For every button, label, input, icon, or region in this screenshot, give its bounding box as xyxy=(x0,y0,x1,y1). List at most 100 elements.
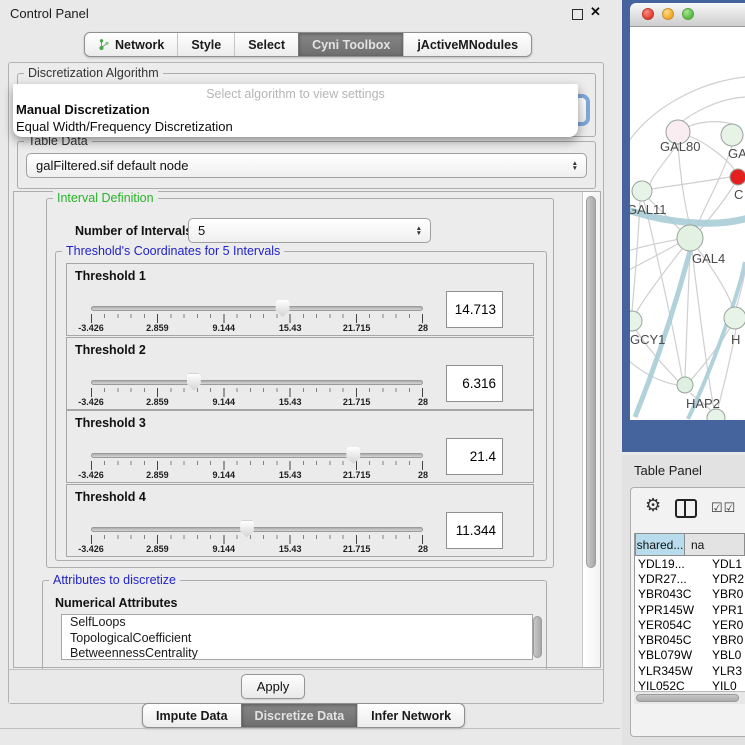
slider-tick-labels: -3.4262.8599.14415.4321.71528 xyxy=(91,544,423,554)
cell-name[interactable]: YPR1 xyxy=(708,603,745,617)
attribute-item-topologicalcoefficient[interactable]: TopologicalCoefficient xyxy=(62,631,532,647)
threshold-label: Threshold 2 xyxy=(75,343,146,357)
minimize-traffic-light-icon[interactable] xyxy=(662,8,674,20)
zoom-traffic-light-icon[interactable] xyxy=(682,8,694,20)
top-tab-bar: NetworkStyle Select Cyni ToolboxjActiveMNo… xyxy=(84,32,532,57)
numerical-attributes-list[interactable]: SelfLoopsTopologicalCoefficientBetweenne… xyxy=(61,614,533,660)
network-canvas[interactable]: GAL80GACGAL11GAL4GCY1HHAP2 xyxy=(630,27,745,420)
cell-name[interactable]: YBR0 xyxy=(708,633,745,647)
slider-track[interactable] xyxy=(91,306,423,311)
network-node-h[interactable] xyxy=(724,307,745,329)
table-row[interactable]: YBL079WYBL0 xyxy=(635,648,745,663)
tick-label: 21.715 xyxy=(343,470,371,480)
tick-label: 2.859 xyxy=(146,323,169,333)
float-window-icon[interactable] xyxy=(572,9,583,20)
threshold-4-slider[interactable]: -3.4262.8599.14415.4321.71528 xyxy=(91,521,423,557)
threshold-1-slider[interactable]: -3.4262.8599.14415.4321.71528 xyxy=(91,300,423,336)
tick-label: 9.144 xyxy=(213,470,236,480)
threshold-3-value-field[interactable]: 21.4 xyxy=(446,438,503,475)
node-label: GAL11 xyxy=(630,202,667,217)
slider-track[interactable] xyxy=(91,380,423,385)
threshold-2-panel: Threshold 2 -3.4262.8599.14415.4321.71528… xyxy=(66,337,534,410)
node-label: GA xyxy=(728,146,745,161)
cell-name[interactable]: YLR3 xyxy=(708,664,745,678)
threshold-3-slider[interactable]: -3.4262.8599.14415.4321.71528 xyxy=(91,447,423,483)
algorithm-option-manual-discretization[interactable]: Manual Discretization xyxy=(16,102,150,117)
table-row[interactable]: YPR145WYPR1 xyxy=(635,602,745,617)
network-node-c[interactable] xyxy=(730,169,745,185)
cell-shared-name[interactable]: YBL079W xyxy=(635,648,708,662)
close-traffic-light-icon[interactable] xyxy=(642,8,654,20)
tab-label: Infer Network xyxy=(371,709,451,723)
cell-name[interactable]: YBL0 xyxy=(708,648,745,662)
thresholds-coordinates-group: Threshold's Coordinates for 5 Intervals … xyxy=(55,251,547,561)
cell-name[interactable]: YDR2 xyxy=(708,572,745,586)
settings-scrollbar-thumb[interactable] xyxy=(586,196,596,568)
tab-style[interactable]: Style xyxy=(177,33,234,56)
table-horizontal-scrollbar[interactable] xyxy=(634,691,745,704)
table-row[interactable]: YBR043CYBR0 xyxy=(635,587,745,602)
apply-button[interactable]: Apply xyxy=(241,674,305,699)
cell-shared-name[interactable]: YDL19... xyxy=(635,557,708,571)
tick-label: 15.43 xyxy=(279,544,302,554)
number-of-intervals-combobox[interactable]: 5 ▲▼ xyxy=(188,218,431,243)
column-header-name[interactable]: na xyxy=(685,533,745,556)
tab-infer-network[interactable]: Infer Network xyxy=(357,704,464,727)
threshold-4-panel: Threshold 4-3.4262.8599.14415.4321.71528… xyxy=(66,484,534,557)
cell-shared-name[interactable]: YPR145W xyxy=(635,603,708,617)
network-node-gal11[interactable] xyxy=(632,181,652,201)
network-window-titlebar[interactable] xyxy=(630,3,745,27)
tick-label: -3.426 xyxy=(78,470,104,480)
cell-name[interactable]: YER0 xyxy=(708,618,745,632)
table-horizontal-scrollbar-thumb[interactable] xyxy=(636,694,739,702)
slider-track[interactable] xyxy=(91,453,423,458)
slider-tick-labels: -3.4262.8599.14415.4321.71528 xyxy=(91,323,423,333)
tab-jactivemnodules[interactable]: jActiveMNodules xyxy=(403,33,531,56)
cell-shared-name[interactable]: YLR345W xyxy=(635,664,708,678)
tab-network[interactable]: Network xyxy=(85,33,177,56)
gear-icon[interactable]: ⚙ xyxy=(645,495,661,516)
attribute-item-betweennesscentrality[interactable]: BetweennessCentrality xyxy=(62,646,532,660)
tab-impute-data[interactable]: Impute Data xyxy=(143,704,241,727)
tab-discretize-data[interactable]: Discretize Data xyxy=(241,704,358,727)
number-of-intervals-value: 5 xyxy=(198,223,205,238)
threshold-2-slider[interactable]: -3.4262.8599.14415.4321.71528 xyxy=(91,374,423,410)
threshold-4-value-field[interactable]: 11.344 xyxy=(446,512,503,549)
threshold-2-value-field[interactable]: 6.316 xyxy=(446,365,503,402)
tab-cyni-toolbox[interactable]: Cyni Toolbox xyxy=(298,33,403,56)
cell-shared-name[interactable]: YBR043C xyxy=(635,587,708,601)
slider-ticks xyxy=(91,535,423,544)
network-view-window: GAL80GACGAL11GAL4GCY1HHAP2 xyxy=(622,0,745,452)
cell-shared-name[interactable]: YER054C xyxy=(635,618,708,632)
threshold-1-value-field[interactable]: 14.713 xyxy=(446,291,503,328)
cell-shared-name[interactable]: YBR045C xyxy=(635,633,708,647)
attributes-list-scrollbar[interactable] xyxy=(533,616,542,658)
table-data-combobox[interactable]: galFiltered.sif default node ▲▼ xyxy=(26,153,587,178)
checkbox-checked-icon[interactable]: ☑☑ xyxy=(711,500,736,516)
cell-shared-name[interactable]: YDR27... xyxy=(635,572,708,586)
table-row[interactable]: YER054CYER0 xyxy=(635,617,745,632)
network-node-gal4[interactable] xyxy=(677,225,703,251)
settings-scrollbar[interactable] xyxy=(582,192,600,667)
split-columns-icon[interactable] xyxy=(675,499,697,518)
attribute-item-selfloops[interactable]: SelfLoops xyxy=(62,615,532,631)
network-node-gcy1[interactable] xyxy=(630,311,642,331)
table-row[interactable]: YBR045CYBR0 xyxy=(635,632,745,647)
slider-track[interactable] xyxy=(91,527,423,532)
tab-select[interactable]: Select xyxy=(234,33,298,56)
network-node-ga[interactable] xyxy=(721,124,743,146)
network-node-hap2[interactable] xyxy=(677,377,693,393)
interval-definition-label: Interval Definition xyxy=(53,191,158,205)
tick-label: 28 xyxy=(418,397,428,407)
close-icon[interactable]: ✕ xyxy=(590,4,601,20)
tab-label: Select xyxy=(248,38,285,52)
cell-name[interactable]: YBR0 xyxy=(708,587,745,601)
table-row[interactable]: YDL19...YDL1 xyxy=(635,556,745,571)
algorithm-option-equal-width-frequency-discretization[interactable]: Equal Width/Frequency Discretization xyxy=(16,119,233,134)
table-row[interactable]: YLR345WYLR3 xyxy=(635,663,745,678)
cell-name[interactable]: YDL1 xyxy=(708,557,745,571)
table-row[interactable]: YDR27...YDR2 xyxy=(635,571,745,586)
tick-label: 21.715 xyxy=(343,544,371,554)
slider-tick-labels: -3.4262.8599.14415.4321.71528 xyxy=(91,397,423,407)
column-header-shared-name[interactable]: shared... xyxy=(635,533,685,556)
